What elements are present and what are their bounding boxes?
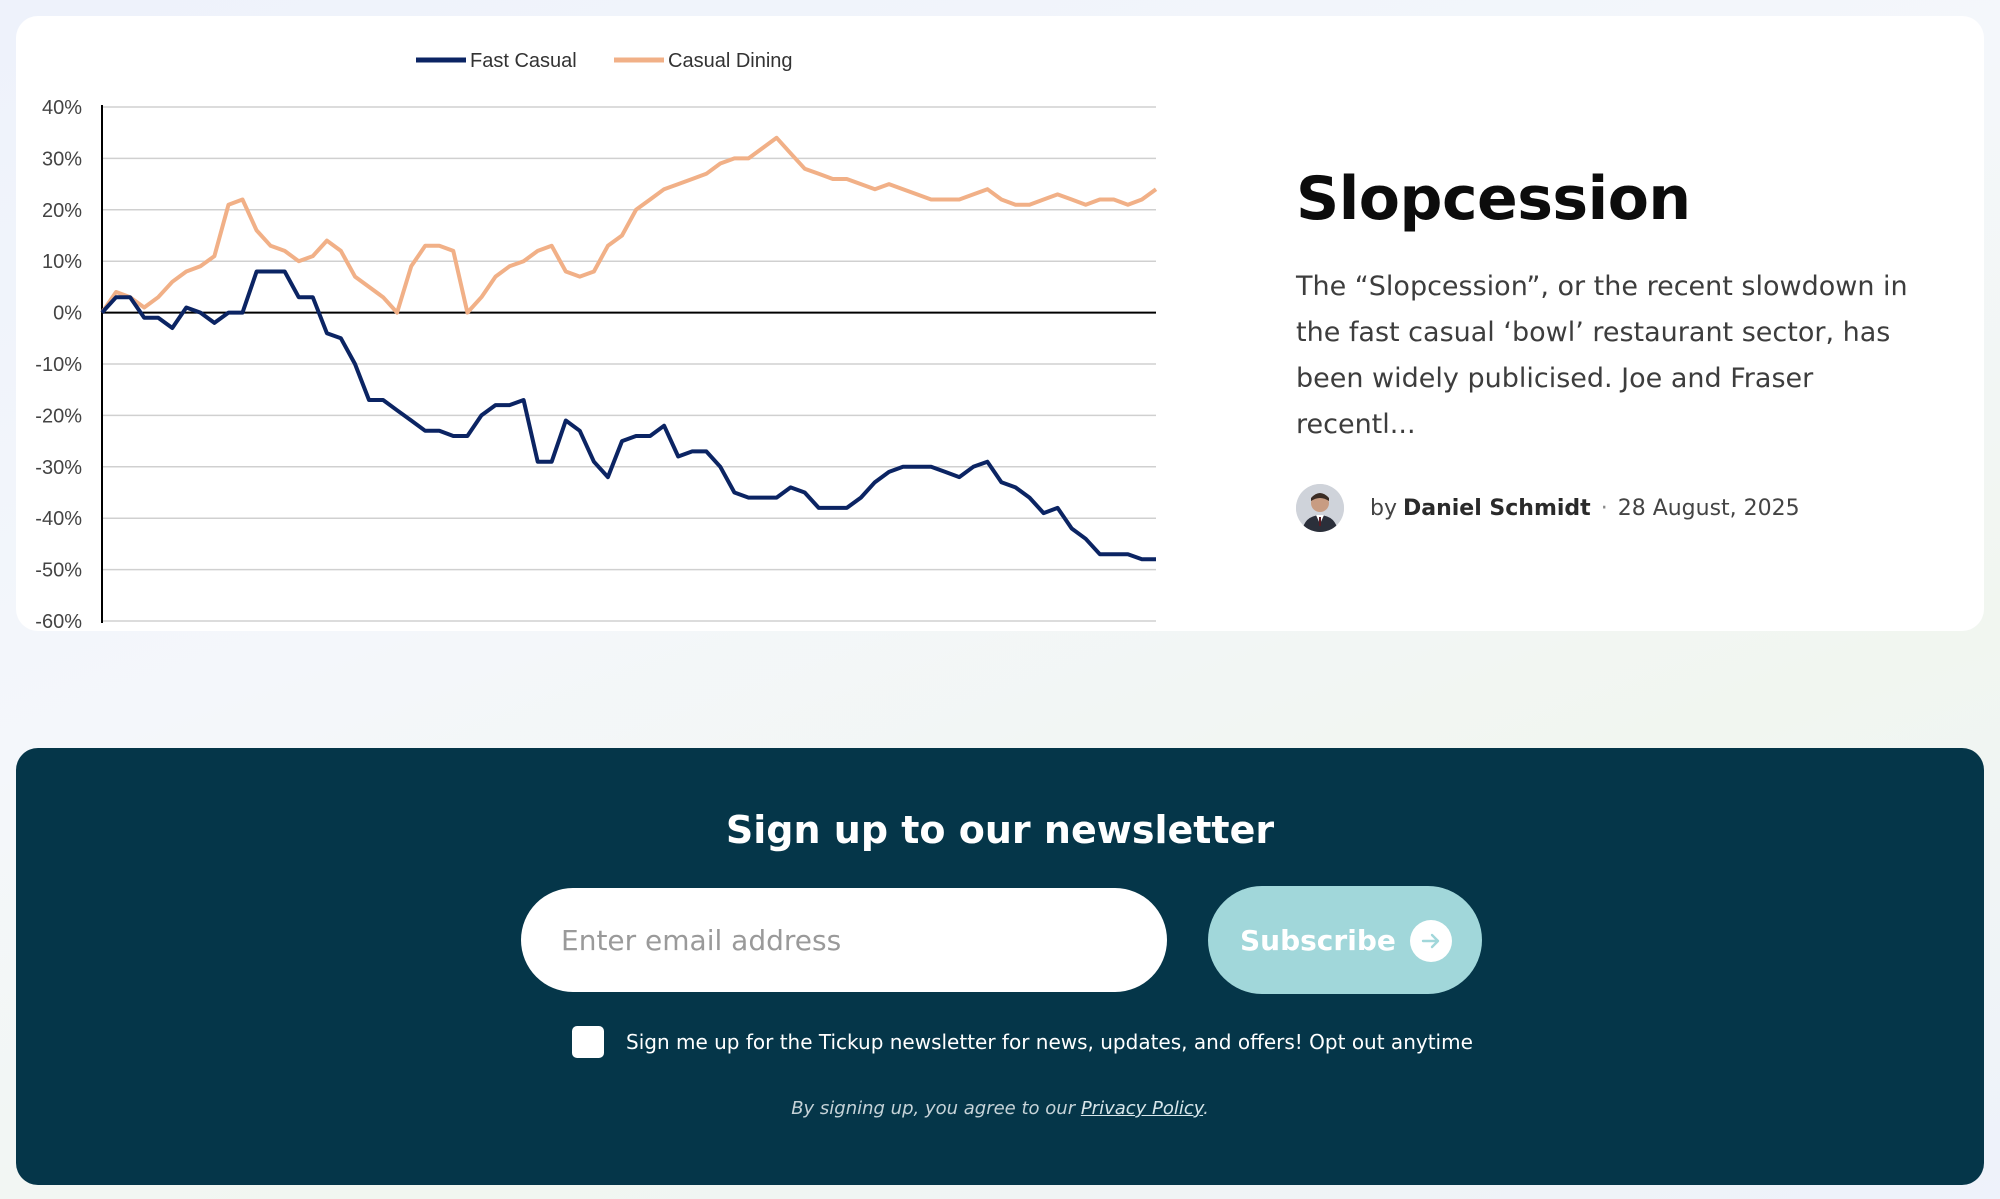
publish-date: 28 August, 2025 [1617, 495, 1800, 521]
privacy-policy-link[interactable]: Privacy Policy [1081, 1098, 1203, 1119]
author-name[interactable]: Daniel Schmidt [1403, 496, 1591, 521]
byline-separator: · [1600, 495, 1608, 521]
y-tick-label: -40% [35, 508, 82, 530]
article-title[interactable]: Slopcession [1296, 166, 1936, 232]
article-text: Slopcession The “Slopcession”, or the re… [1296, 166, 1936, 532]
y-tick-label: 20% [42, 200, 82, 222]
y-tick-label: -30% [35, 457, 82, 479]
y-tick-label: 0% [53, 303, 82, 325]
arrow-right-icon [1410, 920, 1452, 962]
legal-suffix: . [1203, 1098, 1209, 1119]
subscribe-label: Subscribe [1240, 923, 1396, 957]
byline-prefix: by [1370, 495, 1397, 521]
y-tick-label: 30% [42, 148, 82, 170]
article-excerpt: The “Slopcession”, or the recent slowdow… [1296, 271, 1908, 440]
series-line-casual-dining [100, 135, 1158, 315]
chart: 40% 30% 20% 10% 0% -10% -20% -30% -40% -50% -60% Fa… [16, 16, 1196, 631]
y-tick-label: -10% [35, 354, 82, 376]
email-input[interactable] [521, 888, 1167, 992]
avatar [1296, 484, 1344, 532]
line-chart: 40% 30% 20% 10% 0% -10% -20% -30% -40% -50% -60% Fa… [35, 50, 1158, 631]
newsletter-section: Sign up to our newsletter Subscribe Sign… [16, 748, 1984, 1185]
subscribe-button[interactable]: Subscribe [1208, 886, 1482, 994]
legal-text: By signing up, you agree to our Privacy … [16, 1098, 1984, 1119]
consent-checkbox[interactable] [572, 1026, 604, 1058]
y-tick-label: -50% [35, 560, 82, 582]
consent-text: Sign me up for the Tickup newsletter for… [626, 1030, 1473, 1054]
legend-label: Casual Dining [668, 50, 793, 72]
y-tick-label: -60% [35, 611, 82, 631]
legend-label: Fast Casual [470, 50, 577, 72]
byline: by Daniel Schmidt · 28 August, 2025 [1296, 484, 1936, 532]
consent-row: Sign me up for the Tickup newsletter for… [572, 1026, 1473, 1058]
y-tick-label: 40% [42, 97, 82, 119]
article-card[interactable]: 40% 30% 20% 10% 0% -10% -20% -30% -40% -50% -60% Fa… [16, 16, 1984, 631]
y-tick-label: 10% [42, 251, 82, 273]
y-tick-label: -20% [35, 405, 82, 427]
newsletter-title: Sign up to our newsletter [725, 808, 1275, 852]
legal-prefix: By signing up, you agree to our [791, 1098, 1076, 1119]
